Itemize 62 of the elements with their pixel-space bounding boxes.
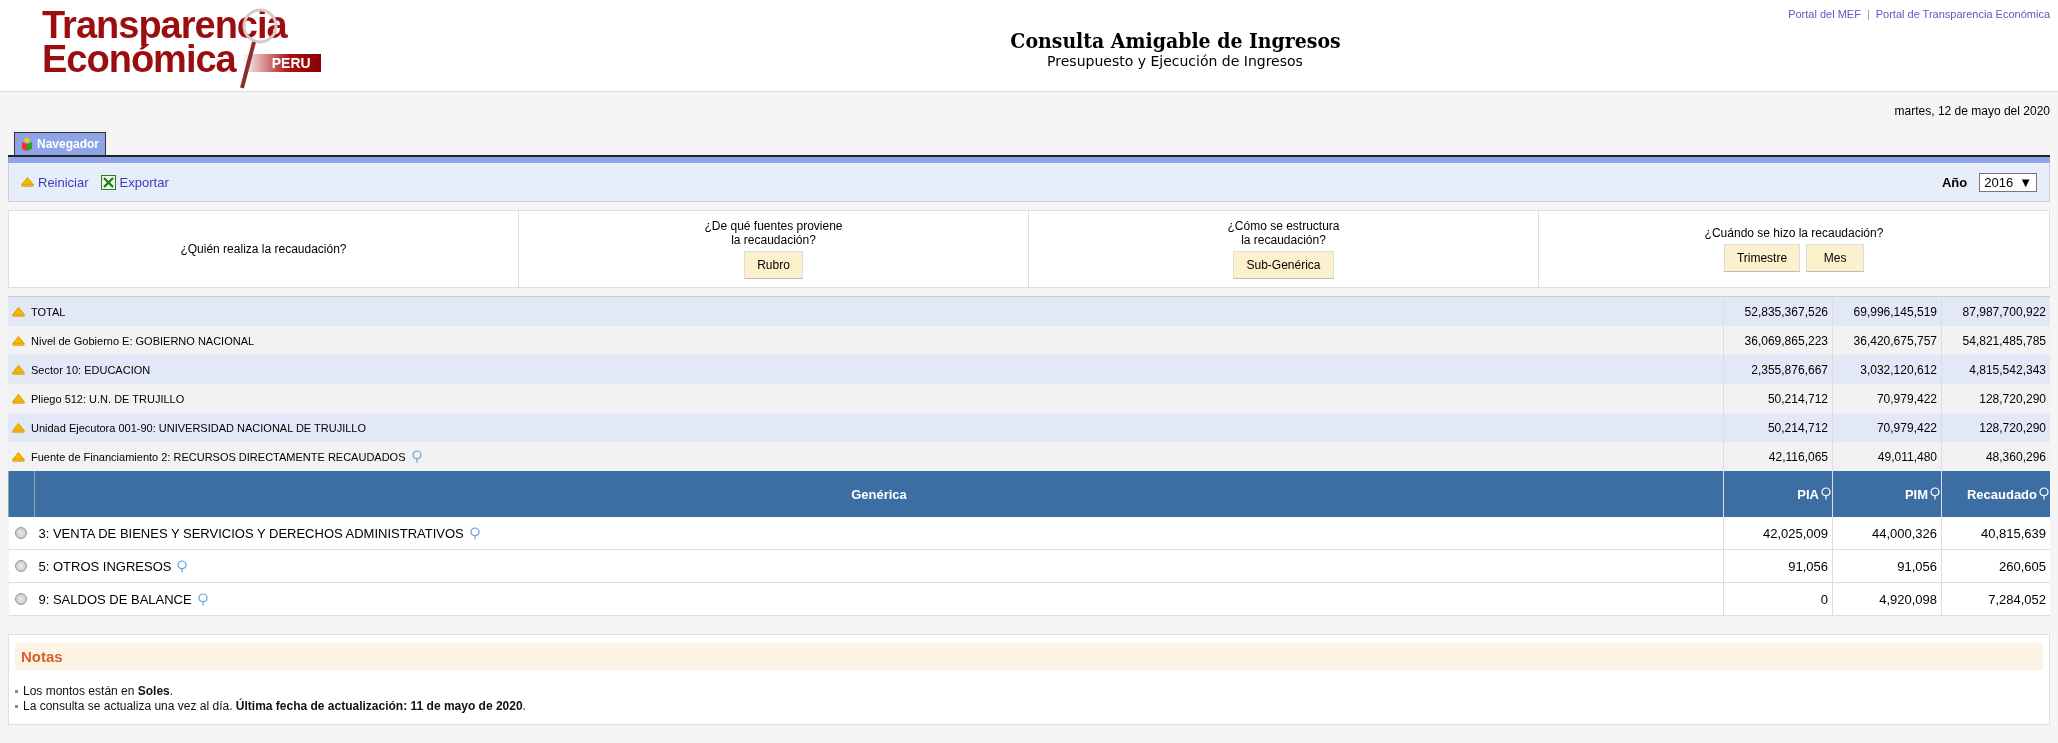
question-label: ¿Cuándo se hizo la recaudación? bbox=[1704, 226, 1884, 240]
portal-link[interactable]: Portal del MEF bbox=[1788, 8, 1861, 20]
collapse-icon[interactable] bbox=[12, 364, 25, 375]
amount-cell: 42,025,009 bbox=[1723, 517, 1833, 550]
question-label: ¿De qué fuentes proviene la recaudación? bbox=[704, 219, 843, 247]
breadcrumb-label: Pliego 512: U.N. DE TRUJILLO bbox=[31, 392, 185, 405]
collapse-icon[interactable] bbox=[12, 422, 25, 433]
cube-icon bbox=[21, 137, 33, 151]
column-header[interactable]: Genérica bbox=[34, 471, 1724, 517]
collapse-icon[interactable] bbox=[21, 177, 34, 187]
page-title: Consulta Amigable de Ingresos bbox=[1009, 28, 1341, 53]
collapse-icon[interactable] bbox=[12, 393, 25, 404]
collapse-icon[interactable] bbox=[12, 335, 25, 346]
row-label: 3: VENTA DE BIENES Y SERVICIOS Y DERECHOS ADMINISTRATIVOS bbox=[38, 525, 464, 541]
collapse-icon[interactable] bbox=[12, 451, 25, 462]
note-text: La consulta se actualiza una vez al día. Última fecha de actualización: 11 de mayo de 2020. bbox=[23, 699, 526, 714]
row-label: 9: SALDOS DE BALANCE bbox=[38, 591, 192, 607]
amount-cell: 91,056 bbox=[1723, 549, 1833, 583]
column-header[interactable]: Recaudado bbox=[1941, 471, 2050, 517]
amount-cell: 4,920,098 bbox=[1832, 582, 1942, 616]
current-date: martes, 12 de mayo del 2020 bbox=[1894, 104, 2050, 118]
breadcrumb-label: Nivel de Gobierno E: GOBIERNO NACIONAL bbox=[31, 334, 255, 347]
row-label: 5: OTROS INGRESOS bbox=[38, 558, 172, 574]
row-radio[interactable] bbox=[14, 593, 27, 605]
breadcrumb-label: TOTAL bbox=[31, 305, 66, 318]
breadcrumb-label: Unidad Ejecutora 001-90: UNIVERSIDAD NACIONAL DE TRUJILLO bbox=[31, 421, 367, 434]
amount-cell: 260,605 bbox=[1941, 549, 2050, 583]
column-header[interactable]: PIA bbox=[1723, 471, 1833, 517]
page-subtitle: Presupuesto y Ejecución de Ingresos bbox=[1047, 53, 1303, 69]
row-radio[interactable] bbox=[14, 527, 27, 539]
row-radio[interactable] bbox=[14, 560, 27, 572]
year-label: Año bbox=[1941, 174, 1968, 190]
year-select[interactable]: 2016 ▼ bbox=[1979, 172, 2037, 192]
amount-cell: 91,056 bbox=[1832, 549, 1942, 583]
bullet-icon bbox=[15, 690, 18, 693]
amount-cell: 40,815,639 bbox=[1941, 517, 2050, 550]
dimension-button[interactable]: Rubro bbox=[744, 251, 803, 279]
note-text: Los montos están en Soles. bbox=[23, 684, 174, 699]
dimension-button[interactable]: Sub-Genérica bbox=[1233, 251, 1334, 279]
dimension-button[interactable]: Mes bbox=[1806, 244, 1865, 272]
reset-button[interactable]: Reiniciar bbox=[21, 174, 89, 190]
amount-cell: 44,000,326 bbox=[1832, 517, 1942, 550]
question-label: ¿Cómo se estructura la recaudación? bbox=[1227, 219, 1340, 247]
notes-title: Notas bbox=[15, 643, 2043, 670]
collapse-icon[interactable] bbox=[12, 306, 25, 317]
breadcrumb-label: Fuente de Financiamiento 2: RECURSOS DIRECTAMENTE RECAUDADOS bbox=[31, 450, 406, 463]
column-header[interactable]: PIM bbox=[1832, 471, 1942, 517]
pin-icon[interactable] bbox=[469, 526, 480, 540]
portal-link[interactable]: Portal de Transparencia Económica bbox=[1875, 8, 2050, 20]
spreadsheet-icon bbox=[100, 174, 116, 190]
pin-icon[interactable] bbox=[197, 592, 208, 606]
export-button[interactable]: Exportar bbox=[100, 174, 169, 190]
pin-icon[interactable] bbox=[177, 559, 188, 573]
pin-icon[interactable] bbox=[411, 450, 422, 463]
bullet-icon bbox=[15, 705, 18, 708]
amount-cell: 7,284,052 bbox=[1941, 582, 2050, 616]
question-label: ¿Quién realiza la recaudación? bbox=[180, 242, 347, 256]
logo-badge: PERU bbox=[241, 54, 321, 72]
link-separator: | bbox=[1866, 8, 1870, 20]
amount-cell: 0 bbox=[1723, 582, 1833, 616]
breadcrumb-label: Sector 10: EDUCACION bbox=[31, 363, 151, 376]
dimension-button[interactable]: Trimestre bbox=[1723, 244, 1801, 272]
